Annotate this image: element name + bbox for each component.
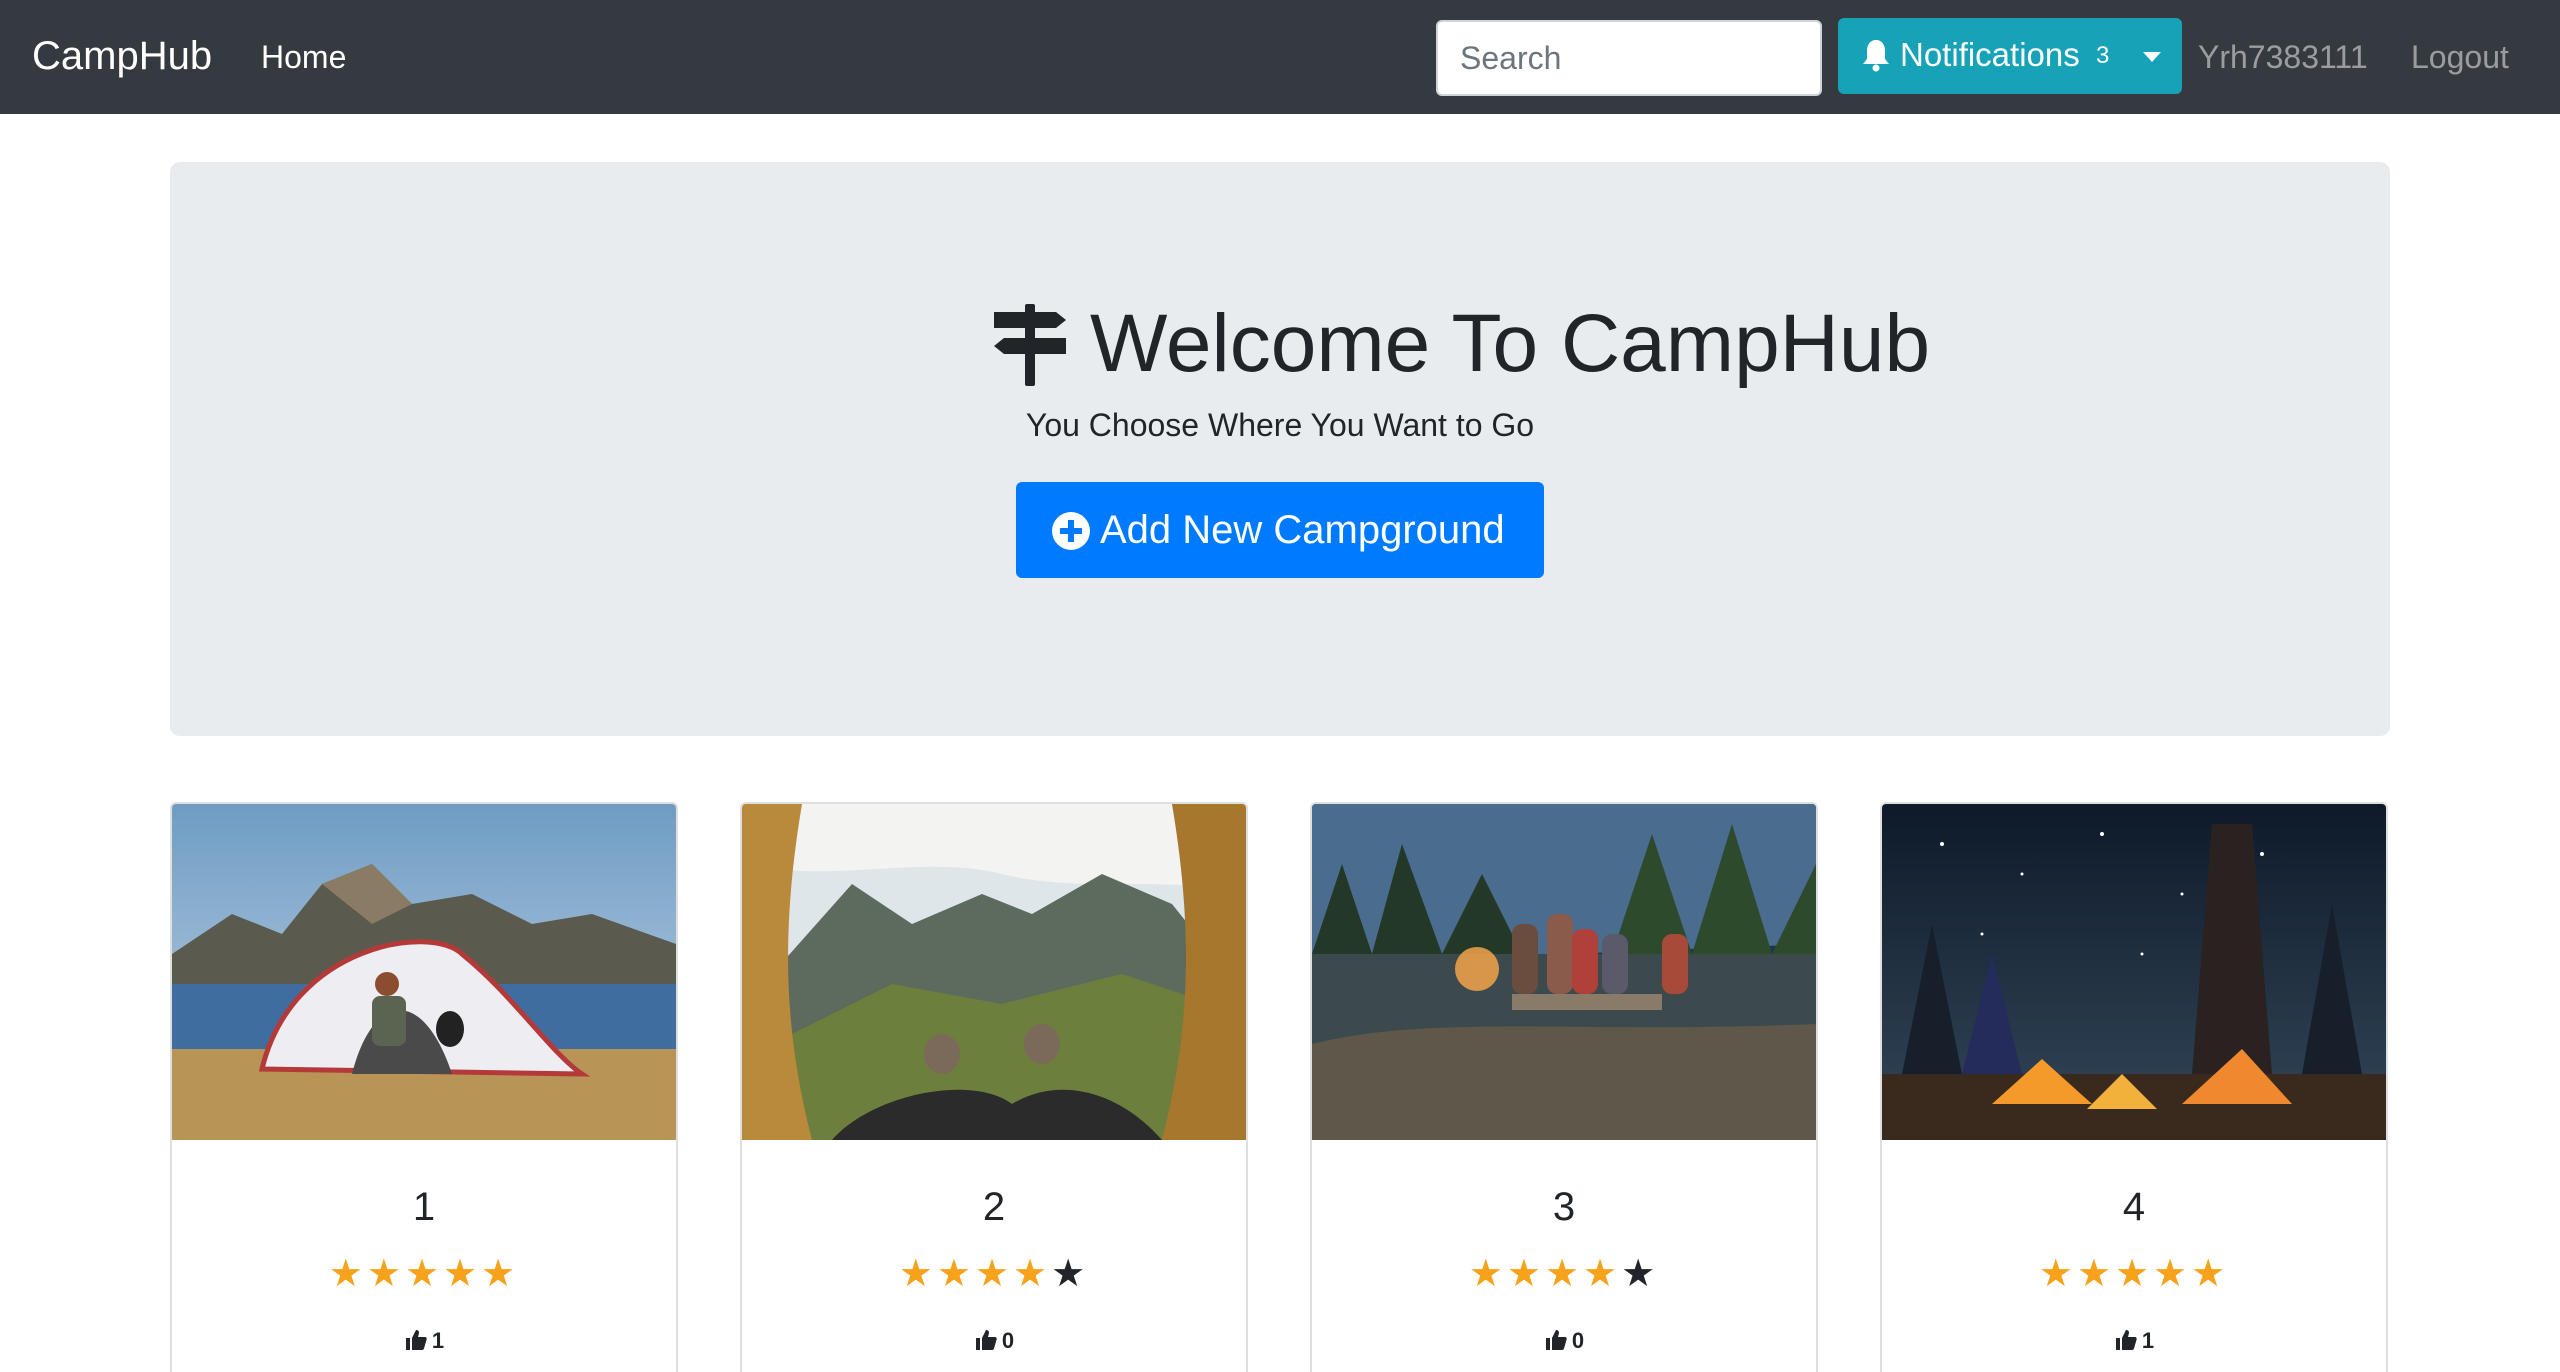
star-empty-icon: ★ [1621,1253,1660,1295]
star-filled-icon: ★ [481,1253,520,1295]
nav-logout-link[interactable]: Logout [2411,36,2509,78]
likes-count: 0 [742,1326,1246,1356]
star-rating: ★★★★★ [1312,1252,1816,1296]
likes-value: 0 [1001,1328,1015,1353]
campground-card[interactable]: 1 ★★★★★ 1 [170,802,678,1372]
plus-circle-icon [1052,512,1090,550]
thumbs-up-icon [405,1330,427,1350]
star-filled-icon: ★ [1583,1253,1622,1295]
star-rating: ★★★★★ [172,1252,676,1296]
star-filled-icon: ★ [443,1253,482,1295]
star-filled-icon: ★ [1468,1253,1507,1295]
add-campground-button[interactable]: Add New Campground [1016,482,1544,578]
star-rating: ★★★★★ [1882,1252,2386,1296]
campground-name[interactable]: 3 [1312,1182,1816,1232]
brand-link[interactable]: CampHub [32,30,212,82]
campground-image[interactable] [1882,804,2386,1140]
signpost-icon [994,304,1066,386]
thumbs-up-icon [1545,1330,1567,1350]
star-filled-icon: ★ [2038,1253,2077,1295]
star-filled-icon: ★ [974,1253,1014,1295]
campground-name[interactable]: 2 [742,1182,1246,1232]
thumbs-up-icon [2115,1330,2137,1350]
notifications-count-badge: 3 [2096,42,2110,69]
navbar: CampHub Home Notifications 3 Yrh7383111 … [0,0,2560,114]
star-filled-icon: ★ [366,1253,405,1295]
star-filled-icon: ★ [2114,1253,2154,1295]
campground-card[interactable]: 4 ★★★★★ 1 [1880,802,2388,1372]
campground-name[interactable]: 1 [172,1182,676,1232]
star-filled-icon: ★ [2076,1253,2115,1295]
likes-count: 0 [1312,1326,1816,1356]
likes-value: 1 [2141,1328,2155,1353]
likes-count: 1 [1882,1326,2386,1356]
campground-image[interactable] [742,804,1246,1140]
star-filled-icon: ★ [328,1253,367,1295]
thumbs-up-icon [975,1330,997,1350]
bell-icon [1863,40,1889,72]
campground-image[interactable] [172,804,676,1140]
notifications-label: Notifications [1900,36,2080,73]
star-filled-icon: ★ [2153,1253,2192,1295]
hero-jumbotron: Welcome To CampHub You Choose Where You … [170,162,2390,736]
chevron-down-icon [2143,52,2161,62]
star-filled-icon: ★ [1544,1253,1584,1295]
notifications-dropdown-button[interactable]: Notifications 3 [1838,18,2182,94]
campground-card[interactable]: 3 ★★★★★ 0 [1310,802,1818,1372]
likes-value: 1 [431,1328,445,1353]
star-rating: ★★★★★ [742,1252,1246,1296]
campground-name[interactable]: 4 [1882,1182,2386,1232]
star-filled-icon: ★ [1506,1253,1545,1295]
star-filled-icon: ★ [1013,1253,1052,1295]
star-filled-icon: ★ [936,1253,975,1295]
star-filled-icon: ★ [404,1253,444,1295]
nav-username-link[interactable]: Yrh7383111 [2198,36,2368,78]
campground-image[interactable] [1312,804,1816,1140]
search-input[interactable] [1436,20,1822,96]
nav-home-link[interactable]: Home [261,36,346,78]
campground-card[interactable]: 2 ★★★★★ 0 [740,802,1248,1372]
star-filled-icon: ★ [898,1253,937,1295]
star-filled-icon: ★ [2191,1253,2230,1295]
likes-value: 0 [1571,1328,1585,1353]
likes-count: 1 [172,1326,676,1356]
hero-title: Welcome To CampHub [1090,298,1931,389]
hero-subtitle: You Choose Where You Want to Go [1025,407,1535,443]
add-campground-label: Add New Campground [1100,508,1505,552]
star-empty-icon: ★ [1051,1253,1090,1295]
